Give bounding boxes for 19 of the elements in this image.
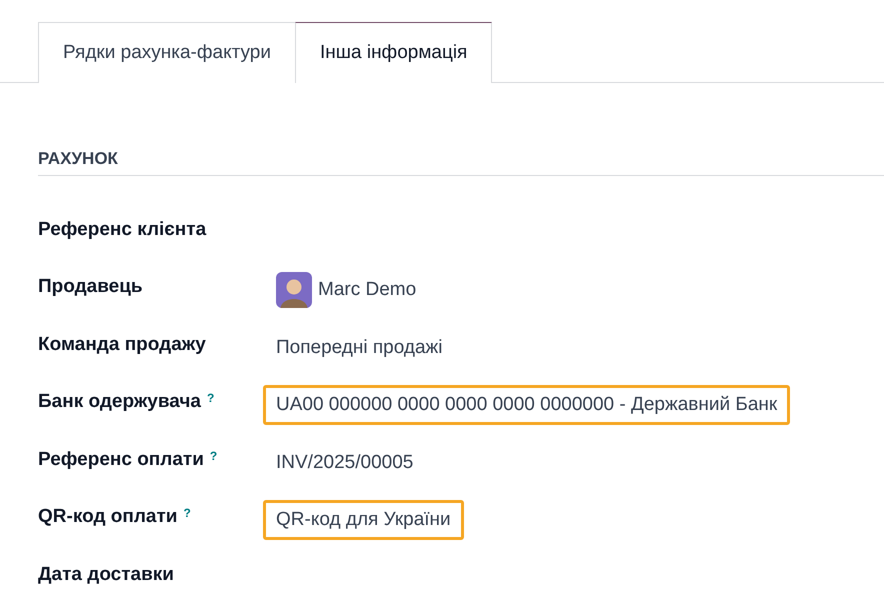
field-label: Дата доставки: [38, 564, 174, 586]
field-label: Банк одержувача: [38, 391, 201, 414]
help-tooltip-mark[interactable]: ?: [184, 506, 191, 520]
field-value[interactable]: Marc Demo: [263, 263, 430, 318]
field-label: Команда продажу: [38, 334, 206, 356]
field-label: Продавець: [38, 276, 143, 298]
field-value[interactable]: QR-код для України: [263, 500, 464, 540]
help-tooltip-mark[interactable]: ?: [210, 448, 218, 463]
tab[interactable]: Рядки рахунка-фактури: [38, 22, 295, 83]
help-tooltip-mark[interactable]: ?: [206, 391, 214, 406]
section-heading: РАХУНОК: [38, 149, 884, 176]
field-label: QR-код оплати: [38, 506, 178, 528]
tab[interactable]: Інша інформація: [294, 22, 492, 83]
field-label: Референс клієнта: [38, 218, 206, 241]
avatar-icon: [276, 272, 312, 308]
field-value[interactable]: INV/2025/00005: [263, 442, 426, 483]
field-value[interactable]: UA00 000000 0000 0000 0000 0000000 - Державний Банк: [263, 385, 790, 426]
field-label: Референс оплати: [38, 448, 204, 471]
field-value[interactable]: Попередні продажі: [263, 328, 456, 368]
